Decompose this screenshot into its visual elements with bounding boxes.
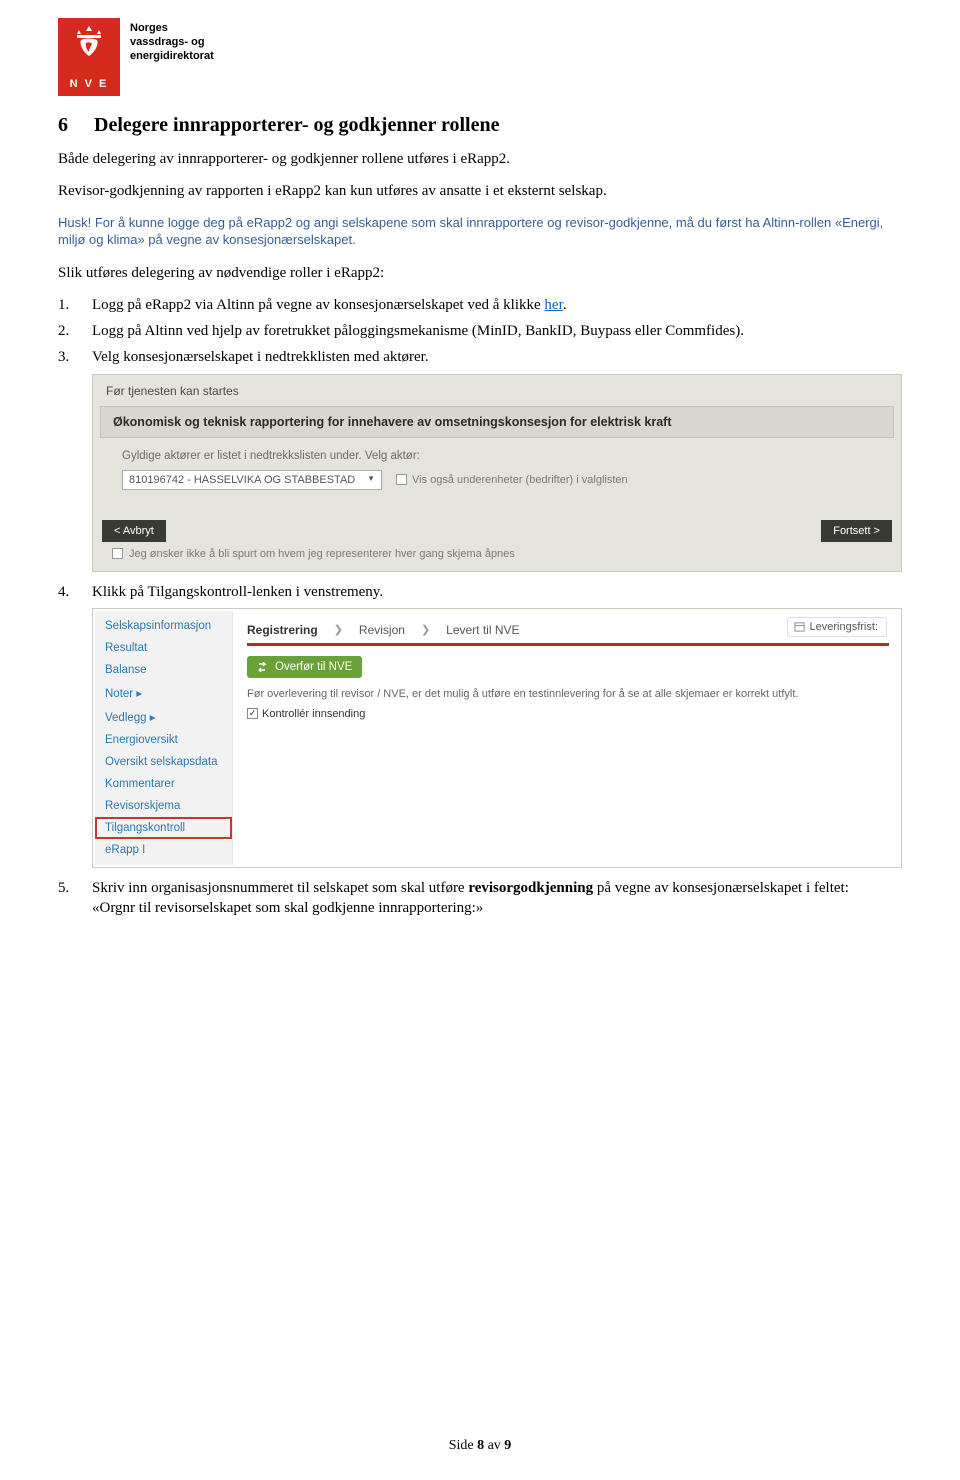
footer-text: Side	[449, 1438, 477, 1453]
note-husk: Husk! For å kunne logge deg på eRapp2 og…	[58, 214, 902, 249]
cancel-button[interactable]: < Avbryt	[102, 520, 166, 542]
section-number: 6	[58, 114, 76, 137]
intro-para-2: Revisor-godkjenning av rapporten i eRapp…	[58, 181, 902, 201]
org-header: N V E Norges vassdrags- og energidirekto…	[58, 18, 902, 96]
checkbox-label: Jeg ønsker ikke å bli spurt om hvem jeg …	[129, 548, 515, 560]
sidebar-item-vedlegg[interactable]: Vedlegg ▸	[95, 705, 232, 729]
step-4: Klikk på Tilgangskontroll-lenken i venst…	[58, 582, 902, 602]
continue-button[interactable]: Fortsett >	[821, 520, 892, 542]
sidebar-item-energioversikt[interactable]: Energioversikt	[95, 729, 232, 751]
altinn-list-label: Gyldige aktører er listet i nedtrekkslis…	[122, 450, 872, 462]
nve-abbr: N V E	[70, 78, 109, 90]
crumb-levert[interactable]: Levert til NVE	[446, 623, 519, 637]
page-footer: Side 8 av 9	[0, 1438, 960, 1454]
deadline-label: Leveringsfrist:	[810, 621, 878, 633]
checkbox-label: Vis også underenheter (bedrifter) i valg…	[412, 474, 628, 486]
step-text: Skriv inn organisasjonsnummeret til sels…	[92, 880, 468, 896]
steps-list-cont: Klikk på Tilgangskontroll-lenken i venst…	[58, 582, 902, 602]
altinn-screenshot: Før tjenesten kan startes Økonomisk og t…	[92, 374, 902, 572]
sidebar-item-selskapsinformasjon[interactable]: Selskapsinformasjon	[95, 615, 232, 637]
step-1: Logg på eRapp2 via Altinn på vegne av ko…	[58, 295, 902, 315]
step-5: Skriv inn organisasjonsnummeret til sels…	[58, 878, 902, 919]
nve-logo-badge: N V E	[58, 18, 120, 96]
sidebar-item-oversikt-selskapsdata[interactable]: Oversikt selskapsdata	[95, 751, 232, 773]
show-subunits-checkbox[interactable]: Vis også underenheter (bedrifter) i valg…	[396, 474, 628, 486]
crumb-registrering[interactable]: Registrering	[247, 623, 318, 637]
checkbox-icon	[396, 474, 407, 485]
org-line: Norges	[130, 22, 214, 36]
calendar-icon	[794, 621, 805, 632]
org-line: energidirektorat	[130, 50, 214, 64]
sidebar-item-noter[interactable]: Noter ▸	[95, 681, 232, 705]
sidebar-item-resultat[interactable]: Resultat	[95, 637, 232, 659]
steps-list-cont2: Skriv inn organisasjonsnummeret til sels…	[58, 878, 902, 919]
actor-select[interactable]: 810196742 - HASSELVIKA OG STABBESTAD	[122, 470, 382, 490]
dont-ask-checkbox[interactable]: Jeg ønsker ikke å bli spurt om hvem jeg …	[94, 542, 900, 570]
footer-text: av	[484, 1438, 504, 1453]
control-submission-checkbox[interactable]: ✓ Kontrollér innsending	[247, 708, 889, 720]
sidebar-item-revisorskjema[interactable]: Revisorskjema	[95, 795, 232, 817]
altinn-service-header: Økonomisk og teknisk rapportering for in…	[100, 406, 894, 438]
transfer-icon	[257, 662, 269, 672]
intro-para-1: Både delegering av innrapporterer- og go…	[58, 149, 902, 169]
transfer-to-nve-button[interactable]: Overfør til NVE	[247, 656, 362, 678]
org-line: vassdrags- og	[130, 36, 214, 50]
lead-para: Slik utføres delegering av nødvendige ro…	[58, 263, 902, 283]
transfer-label: Overfør til NVE	[275, 661, 352, 673]
erapp-info-text: Før overlevering til revisor / NVE, er d…	[247, 688, 889, 700]
section-heading: 6 Delegere innrapporterer- og godkjenner…	[58, 114, 902, 137]
checkbox-icon: ✓	[247, 708, 258, 719]
husk-text: For å kunne logge deg på eRapp2 og angi …	[58, 215, 883, 248]
crumb-revisjon[interactable]: Revisjon	[359, 623, 405, 637]
login-link[interactable]: her	[544, 297, 562, 313]
altinn-pretitle: Før tjenesten kan startes	[94, 376, 900, 406]
checkbox-icon	[112, 548, 123, 559]
section-title: Delegere innrapporterer- og godkjenner r…	[94, 114, 499, 137]
page-total: 9	[504, 1438, 511, 1453]
step-text: på vegne av konsesjonærselskapet i felte…	[593, 880, 849, 896]
chevron-right-icon: ❯	[421, 623, 430, 636]
delivery-deadline: Leveringsfrist:	[787, 617, 887, 637]
step-3: Velg konsesjonærselskapet i nedtrekklist…	[58, 347, 902, 367]
org-name: Norges vassdrags- og energidirektorat	[130, 18, 214, 63]
erapp-sidebar: Selskapsinformasjon Resultat Balanse Not…	[95, 611, 233, 865]
erapp-main: Leveringsfrist: Registrering ❯ Revisjon …	[233, 611, 899, 865]
crown-lion-icon	[69, 24, 109, 62]
step-text: .	[563, 297, 567, 313]
checkbox-label: Kontrollér innsending	[262, 708, 365, 720]
erapp-screenshot: Selskapsinformasjon Resultat Balanse Not…	[92, 608, 902, 868]
husk-label: Husk!	[58, 215, 91, 230]
step-text: «Orgnr til revisorselskapet som skal god…	[92, 900, 483, 916]
sidebar-item-tilgangskontroll[interactable]: Tilgangskontroll	[95, 817, 232, 839]
steps-list: Logg på eRapp2 via Altinn på vegne av ko…	[58, 295, 902, 368]
step-bold: revisorgodkjenning	[468, 880, 593, 896]
sidebar-item-balanse[interactable]: Balanse	[95, 659, 232, 681]
chevron-right-icon: ❯	[334, 623, 343, 636]
step-2: Logg på Altinn ved hjelp av foretrukket …	[58, 321, 902, 341]
step-text: Logg på eRapp2 via Altinn på vegne av ko…	[92, 297, 544, 313]
sidebar-item-kommentarer[interactable]: Kommentarer	[95, 773, 232, 795]
sidebar-item-erapp-i[interactable]: eRapp I	[95, 839, 232, 861]
